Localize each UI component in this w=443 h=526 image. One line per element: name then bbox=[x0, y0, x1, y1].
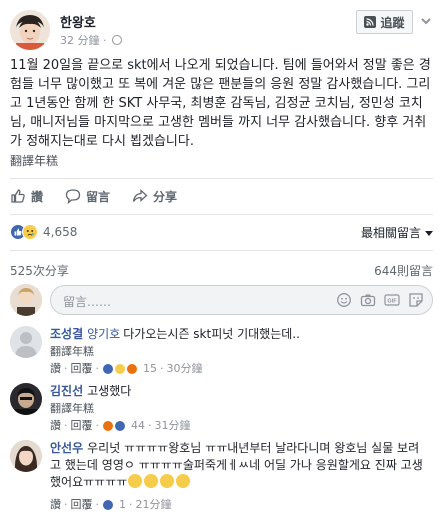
sad-reaction-icon[interactable] bbox=[22, 224, 38, 240]
comment-time[interactable]: 30分鐘 bbox=[167, 360, 203, 377]
comment-composer: 留言…… GIF bbox=[10, 284, 433, 316]
commenter-name[interactable]: 김진선 bbox=[50, 384, 83, 398]
angry-reaction-icon bbox=[126, 362, 138, 375]
comment-reply-link[interactable]: 回覆 bbox=[71, 417, 93, 434]
comment-reaction-count[interactable]: 1 bbox=[119, 496, 126, 513]
globe-icon bbox=[112, 35, 122, 45]
separator: · bbox=[95, 362, 100, 375]
comment-time[interactable]: 21分鐘 bbox=[136, 496, 172, 513]
commenter-name[interactable]: 조성결 bbox=[50, 327, 83, 341]
comment-meta: 讚 · 回覆 · 1 · 21分鐘 bbox=[50, 496, 425, 513]
comment-input-placeholder: 留言…… bbox=[63, 295, 112, 309]
comment-text: 우리넛 ㅠㅠㅠㅠ왕호님 ㅠㅠ내년부터 날라다니며 왕호님 실물 보려고 했는데 … bbox=[50, 441, 423, 489]
commenter-name[interactable]: 안선우 bbox=[50, 441, 83, 455]
like-reaction-icon bbox=[102, 498, 114, 511]
reactions-summary: 4,658 最相關留言 bbox=[10, 222, 433, 242]
caret-down-icon bbox=[425, 231, 433, 236]
share-arrow-icon bbox=[132, 189, 148, 202]
like-button[interactable]: 讚 bbox=[10, 188, 43, 205]
comment-like-link[interactable]: 讚 bbox=[50, 417, 61, 434]
divider bbox=[10, 250, 433, 251]
comment-line: 안선우 우리넛 ㅠㅠㅠㅠ왕호님 ㅠㅠ내년부터 날라다니며 왕호님 실물 보려고 했… bbox=[50, 440, 425, 491]
follow-label: 追蹤 bbox=[380, 15, 405, 30]
divider bbox=[10, 178, 433, 179]
comment-input[interactable]: 留言…… GIF bbox=[50, 285, 433, 315]
comment-reply-link[interactable]: 回覆 bbox=[71, 360, 93, 377]
see-translation-link[interactable]: 翻譯年糕 bbox=[50, 400, 425, 417]
author-avatar[interactable] bbox=[10, 10, 50, 50]
comment-like-link[interactable]: 讚 bbox=[50, 360, 61, 377]
action-bar: 讚 留言 分享 bbox=[10, 182, 433, 210]
comment-reaction-count[interactable]: 44 bbox=[131, 417, 145, 434]
angry-reaction-icon bbox=[102, 419, 114, 432]
see-translation-link[interactable]: 翻譯年糕 bbox=[10, 152, 58, 169]
comment-line: 조성결 양기호 다가오는시즌 skt피넛 기대했는데.. bbox=[50, 326, 425, 343]
comment-item: 조성결 양기호 다가오는시즌 skt피넛 기대했는데.. 翻譯年糕 讚 · 回覆 · 1… bbox=[10, 326, 433, 376]
comment-time[interactable]: 31分鐘 bbox=[155, 417, 191, 434]
separator: · bbox=[64, 498, 68, 511]
like-reaction-icon bbox=[102, 362, 114, 375]
composer-tools: GIF bbox=[336, 292, 424, 308]
divider bbox=[10, 214, 433, 215]
comment-line: 김진선 고생했다 bbox=[50, 383, 425, 400]
separator: · bbox=[95, 419, 100, 432]
camera-icon[interactable] bbox=[360, 292, 376, 308]
comment-label: 留言 bbox=[86, 189, 111, 204]
comment-text: 다가오는시즌 skt피넛 기대했는데.. bbox=[123, 327, 300, 341]
sad-reaction-icon bbox=[114, 362, 126, 375]
viewer-avatar bbox=[10, 284, 42, 316]
reaction-count[interactable]: 4,658 bbox=[43, 225, 77, 239]
comment-body: 안선우 우리넛 ㅠㅠㅠㅠ왕호님 ㅠㅠ내년부터 날라다니며 왕호님 실물 보려고 했… bbox=[50, 440, 425, 513]
sort-label-text: 最相關留言 bbox=[360, 226, 421, 240]
comment-sort-dropdown[interactable]: 最相關留言 bbox=[361, 224, 433, 241]
rss-icon bbox=[364, 16, 377, 28]
comment-button[interactable]: 留言 bbox=[65, 188, 110, 205]
svg-text:GIF: GIF bbox=[387, 299, 397, 305]
comment-reply-link[interactable]: 回覆 bbox=[71, 496, 93, 513]
tagged-user[interactable]: 양기호 bbox=[87, 327, 120, 341]
gif-icon[interactable]: GIF bbox=[384, 292, 400, 308]
separator: · bbox=[95, 498, 100, 511]
separator: · bbox=[148, 419, 152, 432]
smiley-icon[interactable] bbox=[336, 292, 352, 308]
comment-meta: 讚 · 回覆 · 44 · 31分鐘 bbox=[50, 417, 425, 434]
separator: · bbox=[64, 362, 68, 375]
comment-reaction-count[interactable]: 15 bbox=[143, 360, 157, 377]
sticker-icon[interactable] bbox=[408, 292, 424, 308]
crying-face-icon bbox=[176, 474, 191, 488]
see-translation-link[interactable]: 翻譯年糕 bbox=[50, 343, 425, 360]
commenter-avatar[interactable] bbox=[10, 383, 42, 415]
commenter-avatar[interactable] bbox=[10, 440, 42, 472]
comment-item: 김진선 고생했다 翻譯年糕 讚 · 回覆 · 44 · 31分鐘 bbox=[10, 383, 433, 433]
follow-button[interactable]: 追蹤 bbox=[356, 10, 413, 34]
comment-text: 고생했다 bbox=[87, 384, 132, 398]
like-label: 讚 bbox=[31, 189, 44, 204]
like-reaction-icon bbox=[114, 419, 126, 432]
crying-face-icon bbox=[128, 474, 143, 488]
comment-like-link[interactable]: 讚 bbox=[50, 496, 61, 513]
share-count[interactable]: 525次分享 bbox=[10, 262, 69, 279]
post-header: 한왕호 32 分鐘 · 追蹤 bbox=[10, 10, 433, 50]
thumbs-up-icon bbox=[11, 189, 25, 203]
post-timestamp[interactable]: 32 分鐘 · bbox=[60, 32, 122, 48]
share-button[interactable]: 分享 bbox=[132, 188, 177, 205]
post-body-text: 11월 20일을 끝으로 skt에서 나오게 되었습니다. 팀에 들어와서 정말… bbox=[10, 58, 431, 149]
separator: · bbox=[129, 498, 133, 511]
commenter-avatar[interactable] bbox=[10, 326, 42, 358]
post-time-text: 32 分鐘 bbox=[60, 34, 100, 47]
separator: · bbox=[64, 419, 68, 432]
comment-item: 안선우 우리넛 ㅠㅠㅠㅠ왕호님 ㅠㅠ내년부터 날라다니며 왕호님 실물 보려고 했… bbox=[10, 440, 433, 524]
comment-body: 김진선 고생했다 翻譯年糕 讚 · 回覆 · 44 · 31分鐘 bbox=[50, 383, 425, 434]
comment-body: 조성결 양기호 다가오는시즌 skt피넛 기대했는데.. 翻譯年糕 讚 · 回覆 · 1… bbox=[50, 326, 425, 377]
comment-meta: 讚 · 回覆 · 15 · 30分鐘 bbox=[50, 360, 425, 377]
crying-face-icon bbox=[144, 474, 159, 488]
chevron-down-icon[interactable] bbox=[419, 14, 433, 28]
author-name[interactable]: 한왕호 bbox=[60, 12, 96, 31]
comment-icon bbox=[65, 189, 81, 204]
comment-count[interactable]: 644則留言 bbox=[374, 262, 433, 279]
crying-face-icon bbox=[160, 474, 175, 488]
share-label: 分享 bbox=[153, 189, 178, 204]
separator: · bbox=[160, 362, 164, 375]
